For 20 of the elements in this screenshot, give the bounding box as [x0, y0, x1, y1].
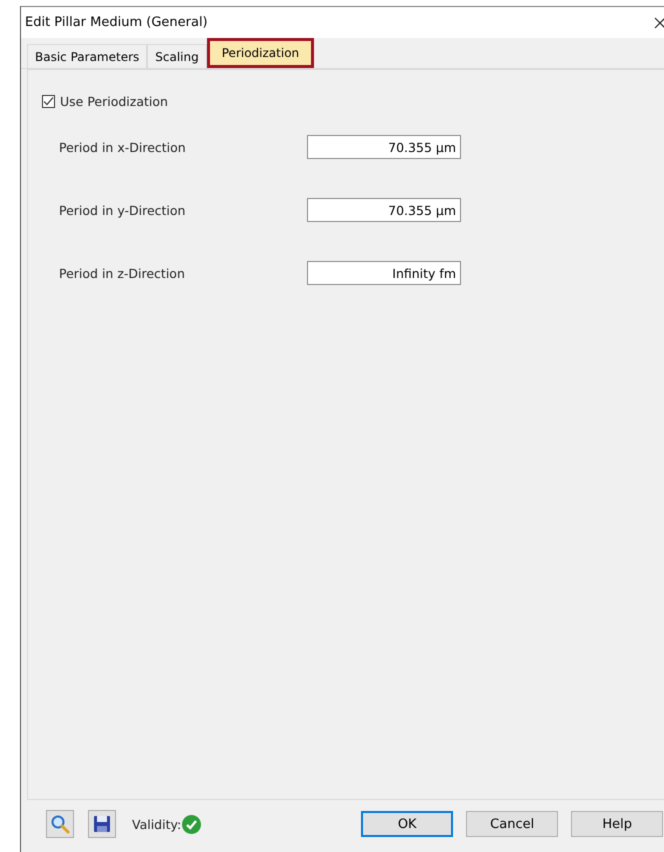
input-field[interactable]: 70.355 µm	[307, 198, 461, 222]
zoom-button[interactable]	[46, 810, 74, 838]
magnifier-icon	[50, 814, 70, 834]
tab[interactable]: Periodization	[206, 38, 314, 68]
dialog-button[interactable]: OK	[361, 811, 454, 837]
dialog-button[interactable]: Cancel	[466, 811, 558, 837]
input-field[interactable]: Infinity fm	[307, 261, 461, 285]
field-label: Period in y-Direction	[58, 202, 186, 218]
field-label: Period in x-Direction	[58, 140, 187, 154]
tab[interactable]: Basic Parameters	[27, 44, 148, 68]
window-title: Edit Pillar Medium (General)	[25, 15, 208, 30]
checkbox[interactable]	[42, 95, 55, 108]
validity-label: Validity:	[132, 816, 182, 832]
save-button[interactable]	[88, 810, 116, 838]
tab[interactable]: Scaling	[147, 44, 207, 68]
field-label: Period in z-Direction	[58, 266, 186, 280]
input-field[interactable]: 70.355 µm	[307, 135, 461, 159]
checkbox-label: Use Periodization	[60, 94, 168, 109]
close-icon[interactable]	[654, 16, 664, 28]
dialog-button[interactable]: Help	[571, 811, 664, 837]
